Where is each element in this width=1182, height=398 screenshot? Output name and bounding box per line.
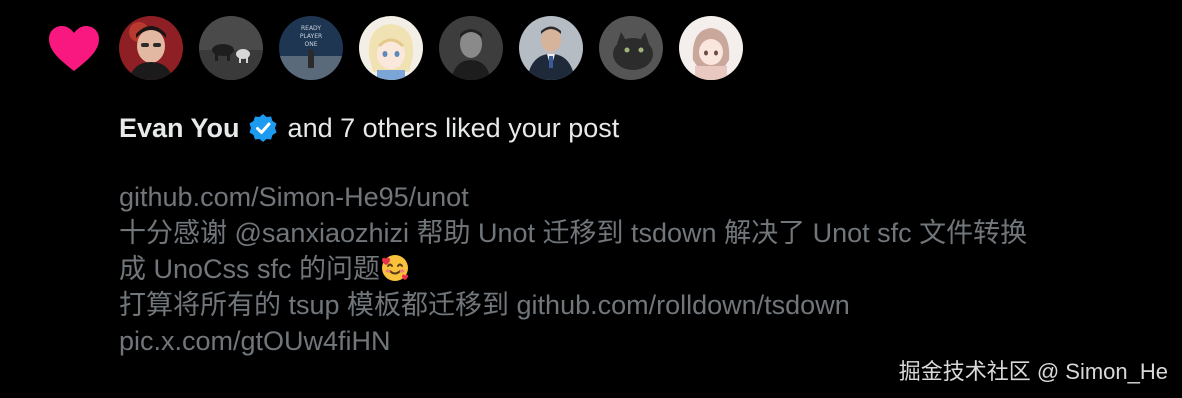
heart-icon xyxy=(49,26,99,71)
avatar[interactable] xyxy=(119,16,183,80)
post-line: 成 UnoCss sfc 的问题 xyxy=(119,251,1159,287)
avatar[interactable] xyxy=(679,16,743,80)
post-line: 十分感谢 @sanxiaozhizi 帮助 Unot 迁移到 tsdown 解决… xyxy=(119,218,1028,248)
smiling-face-with-hearts-icon xyxy=(382,255,409,281)
notification-headline: Evan You and 7 others liked your post xyxy=(119,110,619,146)
avatar[interactable] xyxy=(519,16,583,80)
avatar[interactable] xyxy=(199,16,263,80)
actor-name-link[interactable]: Evan You xyxy=(119,113,240,144)
svg-text:ONE: ONE xyxy=(304,41,317,48)
verified-badge-icon xyxy=(249,114,277,142)
post-preview[interactable]: github.com/Simon-He95/unot 十分感谢 @sanxiao… xyxy=(119,179,1159,359)
avatar[interactable] xyxy=(359,16,423,80)
post-line: 打算将所有的 tsup 模板都迁移到 github.com/rolldown/t… xyxy=(119,290,850,320)
post-line: github.com/Simon-He95/unot xyxy=(119,182,469,212)
watermark: 掘金技术社区 @ Simon_He xyxy=(898,359,1168,384)
liker-avatars: READY PLAYER ONE xyxy=(119,16,743,80)
avatar[interactable] xyxy=(599,16,663,80)
action-text: and 7 others liked your post xyxy=(287,112,620,143)
svg-text:PLAYER: PLAYER xyxy=(300,33,322,40)
svg-text:READY: READY xyxy=(301,25,321,32)
avatar[interactable] xyxy=(439,16,503,80)
avatar[interactable]: READY PLAYER ONE xyxy=(279,16,343,80)
post-line-text: 成 UnoCss sfc 的问题 xyxy=(119,254,381,284)
like-notification[interactable]: READY PLAYER ONE Evan You and 7 others l… xyxy=(0,0,1182,398)
